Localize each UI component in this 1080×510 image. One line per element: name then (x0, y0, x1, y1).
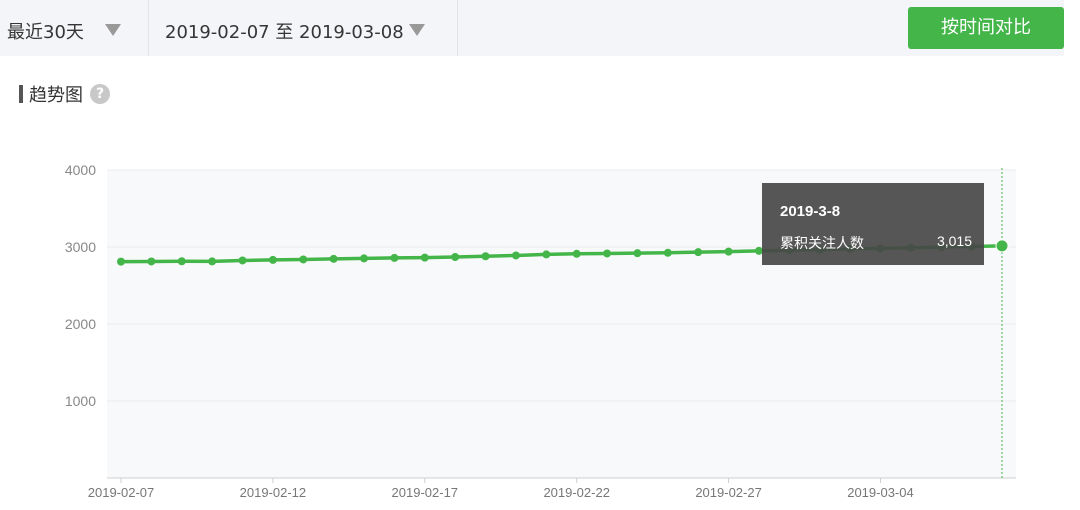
x-tick-label: 2019-02-12 (240, 485, 307, 500)
date-range-label: 2019-02-07 至 2019-03-08 (165, 22, 404, 43)
tooltip-series-name: 累积关注人数 (780, 236, 864, 252)
data-point[interactable] (299, 255, 308, 264)
data-point[interactable] (329, 254, 338, 263)
data-point[interactable] (603, 249, 612, 258)
y-tick-label: 2000 (65, 316, 96, 332)
data-point[interactable] (633, 249, 642, 258)
help-icon[interactable]: ? (90, 84, 110, 104)
period-dropdown-label: 最近30天 (7, 22, 84, 43)
data-point[interactable] (238, 256, 247, 265)
x-tick-label: 2019-02-17 (392, 485, 459, 500)
data-point[interactable] (420, 253, 429, 262)
data-point[interactable] (694, 248, 703, 257)
data-point[interactable] (663, 248, 672, 257)
data-point[interactable] (147, 257, 156, 266)
data-point[interactable] (360, 254, 369, 263)
chevron-down-icon (409, 24, 425, 36)
data-point[interactable] (995, 239, 1009, 253)
period-dropdown[interactable]: 最近30天 (0, 0, 149, 56)
data-point[interactable] (451, 253, 460, 262)
data-point[interactable] (268, 255, 277, 264)
x-tick-label: 2019-02-07 (88, 485, 155, 500)
data-point[interactable] (117, 257, 125, 266)
chart-tooltip: 2019-3-8 累积关注人数 3,015 (762, 183, 984, 265)
date-range-dropdown[interactable]: 2019-02-07 至 2019-03-08 (149, 0, 458, 56)
section-marker (19, 85, 23, 103)
data-point[interactable] (208, 257, 217, 266)
compare-by-time-button[interactable]: 按时间对比 (908, 7, 1064, 49)
tooltip-date: 2019-3-8 (780, 203, 841, 220)
data-point[interactable] (390, 253, 399, 262)
section-header: 趋势图 ? (19, 83, 110, 106)
y-tick-label: 3000 (65, 239, 96, 255)
x-tick-label: 2019-02-22 (543, 485, 610, 500)
x-tick-label: 2019-03-04 (847, 485, 914, 500)
x-tick-label: 2019-02-27 (695, 485, 762, 500)
y-tick-label: 4000 (65, 162, 96, 178)
data-point[interactable] (511, 251, 520, 260)
data-point[interactable] (542, 250, 551, 259)
section-title: 趋势图 (29, 85, 83, 106)
data-point[interactable] (177, 257, 186, 266)
data-point[interactable] (481, 252, 490, 261)
data-point[interactable] (724, 247, 733, 256)
chevron-down-icon (105, 24, 121, 36)
filter-bar: 最近30天 2019-02-07 至 2019-03-08 按时间对比 (0, 0, 1064, 56)
y-tick-label: 1000 (65, 393, 96, 409)
tooltip-value: 3,015 (936, 233, 972, 249)
data-point[interactable] (572, 249, 581, 258)
